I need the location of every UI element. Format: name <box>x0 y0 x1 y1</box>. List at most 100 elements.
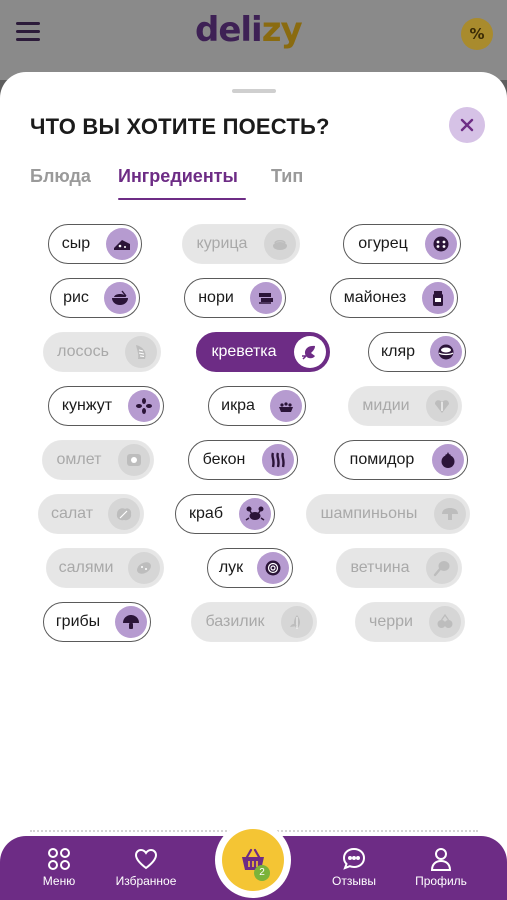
sesame-icon <box>136 398 152 414</box>
tab-dishes[interactable]: Блюда <box>30 166 91 187</box>
menu-burger-icon[interactable] <box>16 22 40 42</box>
ingredient-icon-badge <box>128 390 160 422</box>
ingredient-chip: омлет <box>42 440 154 480</box>
ingredient-filter-sheet: ЧТО ВЫ ХОТИТЕ ПОЕСТЬ? Блюда Ингредиенты … <box>0 72 507 900</box>
ingredient-chip[interactable]: помидор <box>334 440 468 480</box>
ingredient-chip-label: кунжут <box>61 397 113 414</box>
ingredient-icon-badge <box>128 552 160 584</box>
user-icon <box>430 848 452 871</box>
ingredient-icon-badge <box>104 282 136 314</box>
ingredient-icon-badge <box>264 228 296 260</box>
ingredient-icon-badge <box>250 282 282 314</box>
ingredient-chip[interactable]: грибы <box>43 602 151 642</box>
chat-bubble-icon <box>342 847 366 870</box>
ingredient-chip[interactable]: икра <box>208 386 306 426</box>
salami-icon <box>137 562 151 574</box>
ingredient-chip-label: креветка <box>211 343 277 360</box>
omelette-icon <box>127 454 141 466</box>
ingredient-icon-badge <box>426 552 458 584</box>
ingredient-chip: базилик <box>191 602 317 642</box>
ingredient-icon-badge <box>294 336 326 368</box>
ingredient-chip-label: омлет <box>56 451 102 468</box>
ingredient-chip[interactable]: креветка <box>196 332 330 372</box>
ingredient-icon-badge <box>257 552 289 584</box>
tab-type[interactable]: Тип <box>271 166 303 187</box>
ingredient-chip-label: шампиньоны <box>320 505 418 522</box>
close-icon <box>460 118 474 132</box>
mayo-jar-icon <box>433 291 443 306</box>
ingredient-icon-badge <box>118 444 150 476</box>
ingredient-chip: салат <box>38 494 144 534</box>
basil-icon <box>290 615 300 629</box>
active-tab-indicator <box>118 198 246 200</box>
close-button[interactable] <box>449 107 485 143</box>
caviar-icon <box>279 402 293 412</box>
cart-circle: 2 <box>222 829 284 891</box>
ingredient-chip-label: лук <box>218 559 244 576</box>
ingredient-chip-label: рис <box>63 289 89 306</box>
nav-profile[interactable]: Профиль <box>401 846 481 888</box>
crab-icon <box>245 506 265 521</box>
ingredient-chip-label: нори <box>198 289 234 306</box>
ingredient-chip-label: огурец <box>358 235 408 252</box>
ingredient-icon-badge <box>115 606 147 638</box>
ingredient-chip: мидии <box>348 386 462 426</box>
nav-menu-label: Меню <box>42 874 76 888</box>
ingredient-chip[interactable]: кляр <box>368 332 466 372</box>
chicken-icon <box>273 240 287 250</box>
ingredient-chip[interactable]: нори <box>184 278 286 318</box>
nav-reviews[interactable]: Отзывы <box>314 846 394 888</box>
ingredient-chip[interactable]: кунжут <box>48 386 164 426</box>
promo-badge[interactable]: % <box>461 18 493 50</box>
nav-favorites[interactable]: Избранное <box>106 846 186 888</box>
ingredient-chip[interactable]: рис <box>50 278 140 318</box>
ingredient-icon-badge <box>106 228 138 260</box>
onion-icon <box>265 560 281 576</box>
ingredient-chip[interactable]: бекон <box>188 440 298 480</box>
ingredient-chip-label: курица <box>196 235 248 252</box>
sheet-title: ЧТО ВЫ ХОТИТЕ ПОЕСТЬ? <box>30 114 330 139</box>
ingredient-chip: курица <box>182 224 300 264</box>
ingredient-chip-label: салат <box>50 505 94 522</box>
ingredient-icon-badge <box>426 390 458 422</box>
ingredient-icon-badge <box>270 390 302 422</box>
ham-icon <box>433 561 450 577</box>
sheet-drag-handle[interactable] <box>232 89 276 93</box>
ingredient-chip-label: краб <box>189 505 223 522</box>
ingredient-chip-label: базилик <box>205 613 265 630</box>
ingredient-icon-badge <box>125 336 157 368</box>
shrimp-icon <box>302 345 315 360</box>
ingredient-chip[interactable]: майонез <box>330 278 458 318</box>
ingredient-chip-label: икра <box>221 397 255 414</box>
menu-grid-icon <box>48 848 70 870</box>
ingredient-icon-badge <box>239 498 271 530</box>
ingredient-chip-label: помидор <box>349 451 415 468</box>
tab-ingredients[interactable]: Ингредиенты <box>118 166 238 187</box>
ingredient-chip-label: кляр <box>380 343 416 360</box>
ingredient-icon-badge <box>425 228 457 260</box>
cherry-tomato-icon <box>437 613 453 628</box>
ingredient-icon-badge <box>281 606 313 638</box>
ingredient-chip-label: сыр <box>61 235 91 252</box>
heart-icon <box>134 848 158 870</box>
bacon-icon <box>271 452 285 468</box>
cart-button[interactable]: 2 <box>215 822 291 898</box>
tomato-icon <box>441 452 455 468</box>
ingredient-chip-label: бекон <box>202 451 246 468</box>
lettuce-icon <box>116 508 132 521</box>
ingredient-chip[interactable]: лук <box>207 548 293 588</box>
ingredient-chip[interactable]: краб <box>175 494 275 534</box>
ingredient-chip-label: черри <box>369 613 413 630</box>
ingredient-chip: ветчина <box>336 548 462 588</box>
cart-count-badge: 2 <box>254 865 270 881</box>
ingredient-chip-label: салями <box>58 559 114 576</box>
batter-icon <box>438 344 454 360</box>
nav-reviews-label: Отзывы <box>332 874 376 888</box>
ingredient-icon-badge <box>432 444 464 476</box>
ingredient-icon-badge <box>430 336 462 368</box>
nav-menu[interactable]: Меню <box>19 846 99 888</box>
ingredient-chip: лосось <box>43 332 161 372</box>
nori-icon <box>259 293 273 304</box>
ingredient-chip[interactable]: огурец <box>343 224 461 264</box>
ingredient-chip[interactable]: сыр <box>48 224 142 264</box>
